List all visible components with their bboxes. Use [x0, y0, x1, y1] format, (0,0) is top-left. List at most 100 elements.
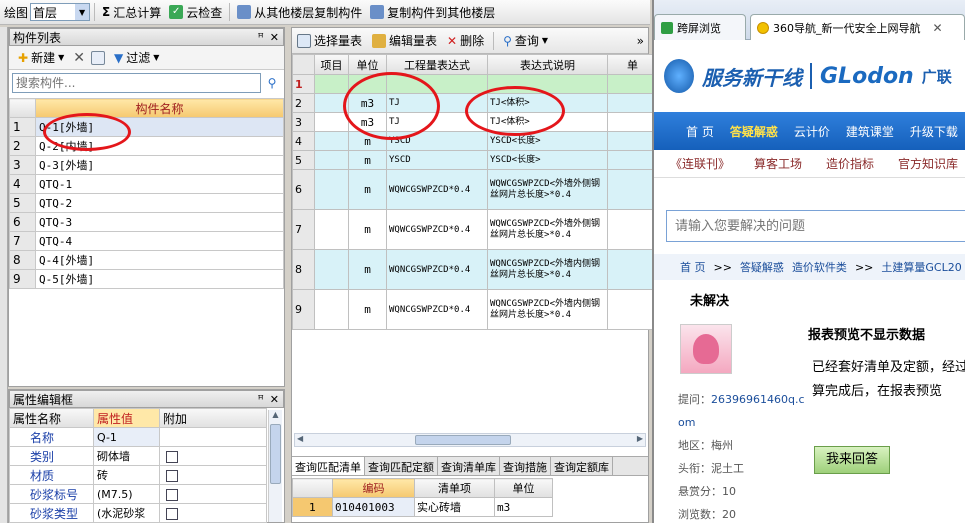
property-value[interactable]: 砖: [93, 465, 160, 485]
scroll-right-icon[interactable]: ▶: [637, 434, 643, 443]
subnav-item[interactable]: 《连联刊》: [670, 155, 730, 172]
subnav-item[interactable]: 官方知识库: [898, 155, 958, 172]
expression-cell[interactable]: WQNCGSWPZCD*0.4: [386, 289, 488, 330]
query-tab[interactable]: 查询清单库: [438, 457, 500, 475]
close-icon[interactable]: ✕: [270, 31, 279, 44]
table-row[interactable]: 5 m YSCD YSCD<长度>: [292, 150, 658, 170]
draw-label[interactable]: 绘图: [4, 4, 28, 21]
nav-item[interactable]: 首 页: [686, 123, 714, 140]
expression-desc-cell[interactable]: WQNCGSWPZCD<外墙内侧钢丝网片总长度>*0.4: [487, 249, 608, 290]
query-tab[interactable]: 查询匹配清单: [292, 457, 365, 475]
table-row[interactable]: 砂浆标号 (M7.5): [9, 484, 267, 504]
scroll-thumb[interactable]: [270, 424, 281, 484]
item-cell[interactable]: [314, 249, 349, 290]
component-name[interactable]: QTQ-1: [35, 174, 284, 194]
breadcrumb-item[interactable]: 造价软件类: [792, 259, 847, 275]
scroll-up-icon[interactable]: ▲: [269, 410, 282, 422]
table-row[interactable]: 4 m YSCD YSCD<长度>: [292, 131, 658, 151]
property-value[interactable]: 砌体墙: [93, 446, 160, 466]
copy-icon[interactable]: [90, 50, 105, 65]
property-value[interactable]: (M7.5): [93, 484, 160, 504]
unit-cell[interactable]: m: [348, 209, 387, 250]
component-name[interactable]: Q-3[外墙]: [35, 155, 284, 175]
extra-cell[interactable]: [607, 74, 658, 94]
expression-cell[interactable]: WQWCGSWPZCD*0.4: [386, 169, 488, 210]
extra-checkbox[interactable]: [166, 469, 178, 482]
breadcrumb-item[interactable]: 首 页: [680, 259, 706, 275]
component-name[interactable]: Q-4[外墙]: [35, 250, 284, 270]
item-cell[interactable]: [314, 289, 349, 330]
item-cell[interactable]: [314, 131, 349, 151]
nav-item[interactable]: 云计价: [794, 123, 830, 140]
extra-cell[interactable]: [607, 112, 658, 132]
query-tab[interactable]: 查询定额库: [551, 457, 613, 475]
unit-cell[interactable]: m: [348, 150, 387, 170]
unit-cell[interactable]: m3: [494, 497, 553, 517]
scroll-thumb[interactable]: [415, 435, 511, 445]
new-button[interactable]: ✚ 新建 ▼: [15, 47, 67, 69]
nav-item[interactable]: 答疑解惑: [730, 123, 778, 140]
query-tab[interactable]: 查询匹配定额: [365, 457, 438, 475]
browser-tab-cross-screen[interactable]: 跨屏浏览: [654, 14, 746, 40]
select-table-button[interactable]: 选择量表: [294, 30, 365, 52]
delete-button[interactable]: ✕ 删除: [444, 30, 487, 52]
overflow-icon[interactable]: »: [637, 34, 648, 48]
table-row[interactable]: 9 m WQNCGSWPZCD*0.4 WQNCGSWPZCD<外墙内侧钢丝网片总长度…: [292, 289, 658, 330]
extra-cell[interactable]: [607, 150, 658, 170]
item-cell[interactable]: [314, 112, 349, 132]
horizontal-scrollbar[interactable]: ◀ ▶: [294, 433, 646, 447]
cloud-check-button[interactable]: ✓ 云检查: [166, 1, 225, 23]
extra-checkbox[interactable]: [166, 450, 178, 463]
table-row[interactable]: 3 Q-3[外墙]: [9, 155, 284, 175]
table-row[interactable]: 名称 Q-1: [9, 427, 267, 447]
expression-cell[interactable]: WQWCGSWPZCD*0.4: [386, 209, 488, 250]
question-search-input[interactable]: [666, 210, 965, 242]
extra-checkbox[interactable]: [166, 488, 178, 501]
expression-desc-cell[interactable]: WQNCGSWPZCD<外墙内侧钢丝网片总长度>*0.4: [487, 289, 608, 330]
breadcrumb-item[interactable]: 土建算量GCL20: [881, 259, 961, 275]
expression-cell[interactable]: YSCD: [386, 150, 488, 170]
filter-button[interactable]: ▼ 过滤 ▼: [111, 47, 162, 69]
expression-desc-cell[interactable]: WQWCGSWPZCD<外墙外侧钢丝网片总长度>*0.4: [487, 209, 608, 250]
code-cell[interactable]: 010401003: [332, 497, 415, 517]
item-cell[interactable]: [314, 169, 349, 210]
expression-desc-cell[interactable]: WQWCGSWPZCD<外墙外侧钢丝网片总长度>*0.4: [487, 169, 608, 210]
question-title[interactable]: 报表预览不显示数据: [808, 324, 925, 343]
item-cell[interactable]: [314, 209, 349, 250]
browser-tab-360[interactable]: 360导航_新一代安全上网导航 ✕: [750, 14, 965, 40]
property-value[interactable]: Q-1: [93, 427, 160, 447]
match-column-header[interactable]: 单位: [494, 478, 553, 498]
table-row[interactable]: 7 m WQWCGSWPZCD*0.4 WQWCGSWPZCD<外墙外侧钢丝网片总长度…: [292, 209, 658, 250]
component-name[interactable]: Q-5[外墙]: [35, 269, 284, 289]
subnav-item[interactable]: 造价指标: [826, 155, 874, 172]
extra-cell[interactable]: [607, 131, 658, 151]
table-row[interactable]: 9 Q-5[外墙]: [9, 269, 284, 289]
nav-item[interactable]: 建筑课堂: [846, 123, 894, 140]
floor-select[interactable]: 首层 ▼: [30, 3, 91, 21]
copy-from-floor-button[interactable]: 从其他楼层复制构件: [234, 1, 365, 23]
table-row[interactable]: 1 010401003 实心砖墙 m3: [292, 497, 553, 517]
quantity-column-header[interactable]: 表达式说明: [487, 54, 608, 75]
answer-button[interactable]: 我来回答: [814, 446, 890, 474]
copy-to-floor-button[interactable]: 复制构件到其他楼层: [367, 1, 498, 23]
item-cell[interactable]: [314, 74, 349, 94]
component-name[interactable]: QTQ-3: [35, 212, 284, 232]
edit-table-button[interactable]: 编辑量表: [369, 30, 440, 52]
pin-icon[interactable]: ꟸ: [257, 393, 263, 406]
breadcrumb-item[interactable]: 答疑解惑: [740, 259, 784, 275]
query-button[interactable]: ⚲ 查询 ▼: [500, 30, 551, 52]
table-row[interactable]: 5 QTQ-2: [9, 193, 284, 213]
extra-checkbox[interactable]: [166, 507, 178, 520]
subnav-item[interactable]: 算客工场: [754, 155, 802, 172]
extra-cell[interactable]: [607, 289, 658, 330]
search-input[interactable]: [12, 73, 261, 93]
delete-icon[interactable]: ✕: [73, 50, 85, 66]
unit-cell[interactable]: m: [348, 249, 387, 290]
search-icon[interactable]: ⚲: [263, 76, 281, 90]
extra-cell[interactable]: [607, 249, 658, 290]
expression-desc-cell[interactable]: YSCD<长度>: [487, 150, 608, 170]
table-row[interactable]: 8 Q-4[外墙]: [9, 250, 284, 270]
table-row[interactable]: 材质砖: [9, 465, 267, 485]
unit-cell[interactable]: m: [348, 289, 387, 330]
extra-cell[interactable]: [607, 93, 658, 113]
